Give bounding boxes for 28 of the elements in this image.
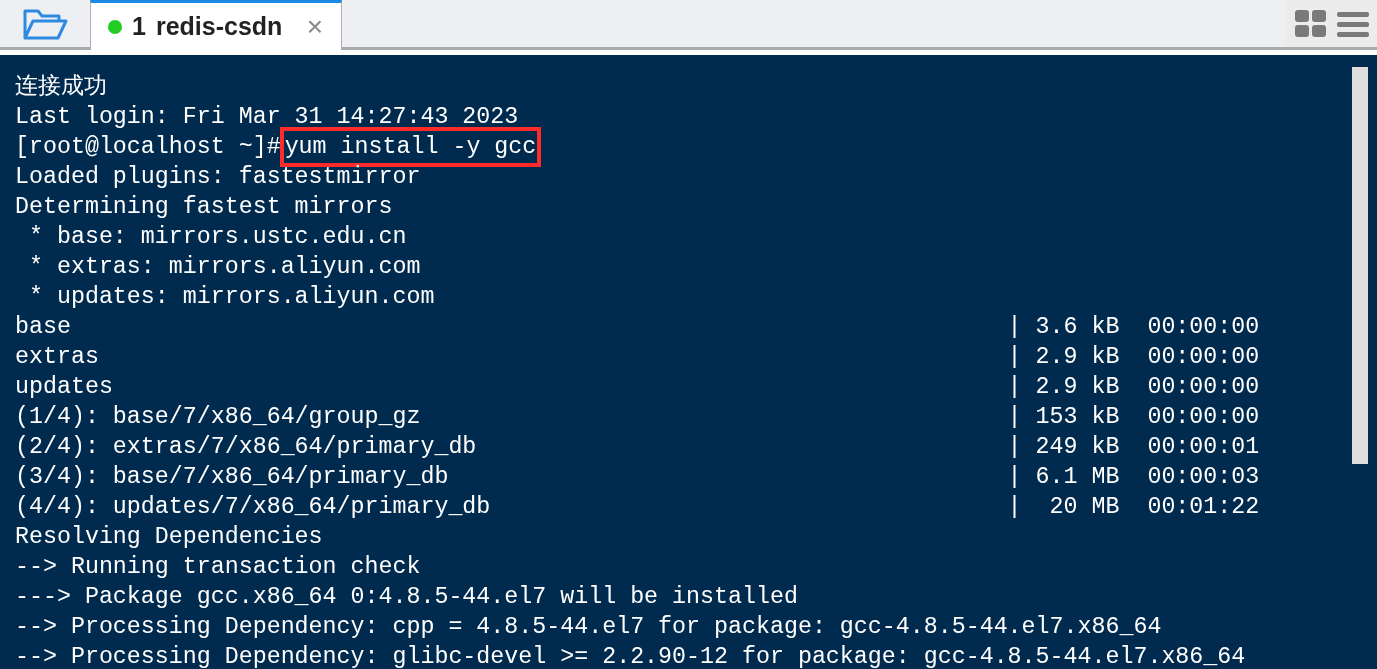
close-button[interactable]: ×	[306, 12, 323, 41]
terminal-line: --> Processing Dependency: cpp = 4.8.5-44.el7 for package: gcc-4.8.5-44.el7.x86_64	[15, 614, 1162, 640]
tab-number: 1	[132, 10, 146, 42]
terminal-line: (1/4): base/7/x86_64/group_gz | 153 kB 00:00:00	[15, 404, 1260, 430]
terminal-line: --> Running transaction check	[15, 554, 421, 580]
grid-icon[interactable]	[1295, 9, 1327, 38]
terminal-line: * base: mirrors.ustc.edu.cn	[27, 224, 407, 250]
terminal-line: Loaded plugins: fastestmirror	[15, 164, 421, 190]
tab-title: redis-csdn	[155, 10, 284, 42]
session-tab[interactable]: 1 redis-csdn ×	[90, 0, 342, 50]
terminal-line: (4/4): updates/7/x86_64/primary_db | 20 MB 00:01:22	[15, 494, 1260, 520]
menu-icon[interactable]	[1337, 10, 1369, 37]
terminal-line: Determining fastest mirrors	[15, 194, 393, 220]
shell-prompt: [root@localhost ~]#	[15, 134, 281, 160]
terminal-line: updates | 2.9 kB 00:00:00	[15, 374, 1260, 400]
terminal-line: (3/4): base/7/x86_64/primary_db | 6.1 MB 00:00:03	[15, 464, 1260, 490]
terminal-line: * extras: mirrors.aliyun.com	[27, 254, 421, 280]
terminal-line: * updates: mirrors.aliyun.com	[27, 284, 435, 310]
terminal-line: Last login: Fri Mar 31 14:27:43 2023	[15, 104, 519, 130]
terminal-line: Resolving Dependencies	[15, 524, 323, 550]
terminal-line: base | 3.6 kB 00:00:00	[15, 314, 1260, 340]
command-text: yum install -y gcc	[282, 130, 539, 164]
scrollbar-thumb[interactable]	[1352, 67, 1368, 464]
terminal-line: 连接成功	[15, 74, 107, 100]
terminal-line: --> Processing Dependency: glibc-devel >= 2.2.90-12 for package: gcc-4.8.5-44.el7.x86_64	[15, 644, 1246, 669]
terminal-line: extras | 2.9 kB 00:00:00	[15, 344, 1260, 370]
terminal-line: (2/4): extras/7/x86_64/primary_db | 249 kB 00:00:01	[15, 434, 1260, 460]
terminal-line: ---> Package gcc.x86_64 0:4.8.5-44.el7 will be installed	[15, 584, 798, 610]
